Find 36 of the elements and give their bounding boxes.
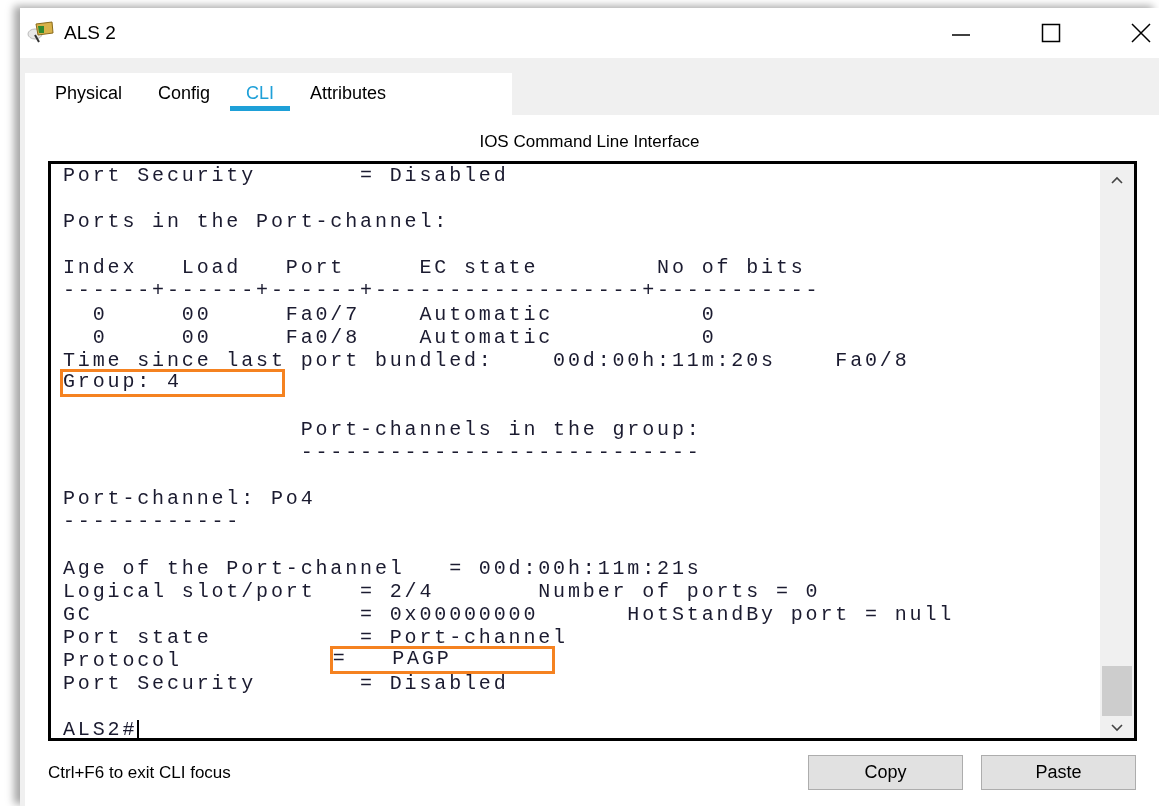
terminal-line: Index Load Port EC state No of bits [63, 256, 807, 280]
text-cursor [137, 719, 140, 740]
action-button[interactable]: Paste [981, 755, 1136, 790]
terminal-line: --------------------------- [299, 441, 703, 465]
terminal-line: GC = 0x00000000 HotStandBy port = null [63, 602, 956, 626]
terminal-line: Port state = Port-channel [63, 625, 569, 649]
tab[interactable]: Physical [39, 73, 139, 111]
highlighted-text: = PAGP [332, 648, 552, 671]
tab[interactable]: Attributes [294, 73, 403, 111]
terminal-line: ------+------+------+------------------+----------- [63, 279, 822, 303]
terminal-line: Port Security = Disabled [63, 164, 510, 188]
scroll-thumb[interactable] [1102, 666, 1132, 716]
window-title: ALS 2 [64, 22, 116, 44]
terminal-line: Ports in the Port-channel: [63, 210, 451, 234]
terminal-line: Age of the Port-channel = 00d:00h:11m:21s [63, 556, 703, 580]
scroll-down-icon[interactable] [1111, 724, 1123, 732]
terminal-line: ------------ [63, 510, 243, 534]
terminal-line: 0 00 Fa0/8 Automatic 0 [91, 325, 718, 349]
terminal-line: Logical slot/port = 2/4 Number of ports = 0 [63, 579, 822, 603]
scroll-up-icon[interactable] [1111, 176, 1123, 184]
maximize-icon[interactable] [1041, 23, 1061, 43]
prompt-text: ALS2# [63, 718, 138, 742]
scrollbar[interactable] [1100, 164, 1134, 738]
terminal-line: 0 00 Fa0/7 Automatic 0 [91, 302, 718, 326]
terminal-line: Port-channel: Po4 [63, 487, 317, 511]
terminal-line: Port-channels in the group: [299, 418, 703, 442]
terminal[interactable] [48, 161, 1137, 741]
terminal-line: Port Security = Disabled [63, 672, 510, 696]
terminal-text: Protocol [63, 648, 183, 673]
hint-text: Ctrl+F6 to exit CLI focus [48, 762, 231, 783]
highlighted-text: Group: 4 [63, 371, 282, 394]
panel-title: IOS Command Line Interface [478, 131, 701, 153]
close-icon[interactable] [1131, 23, 1151, 43]
terminal-line: Time since last port bundled: 00d:00h:11m:20s Fa0/8 [63, 348, 911, 372]
tab[interactable]: Config [142, 73, 227, 111]
action-button[interactable]: Copy [808, 755, 963, 790]
